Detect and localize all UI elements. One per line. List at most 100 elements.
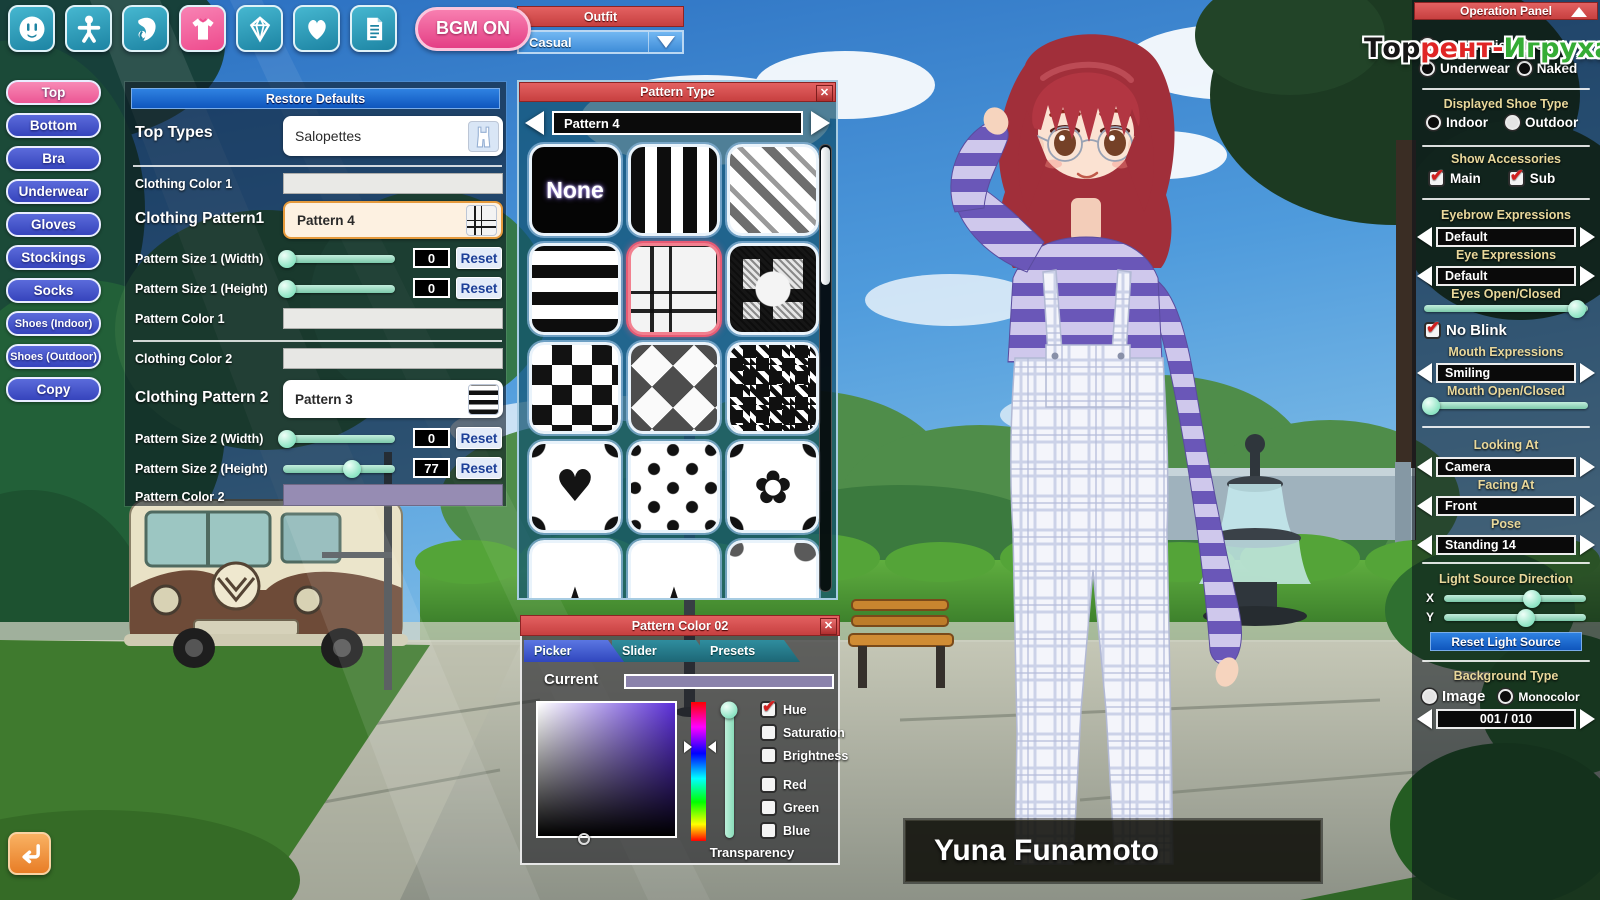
prev-arrow[interactable]: [1417, 495, 1432, 516]
favorites-tab-button[interactable]: [293, 5, 340, 52]
accessories-tab-button[interactable]: [236, 5, 283, 52]
prev-pattern-arrow[interactable]: [525, 111, 544, 135]
mouth-open-slider[interactable]: [1421, 396, 1588, 415]
eye-value[interactable]: Default: [1436, 265, 1576, 286]
sidebar-item-top[interactable]: Top: [6, 80, 101, 105]
sidebar-item-socks[interactable]: Socks: [6, 278, 101, 303]
prev-arrow[interactable]: [1417, 265, 1432, 286]
channel-hue[interactable]: Hue: [760, 697, 807, 718]
light-x-slider[interactable]: [1444, 589, 1586, 608]
saturation-checkbox[interactable]: [760, 724, 777, 741]
pattern-size-2-height-reset[interactable]: Reset: [456, 457, 502, 479]
channel-blue[interactable]: Blue: [760, 822, 810, 839]
pattern-tile-vertical-stripes[interactable]: [626, 142, 722, 238]
slider-knob[interactable]: [1567, 299, 1586, 318]
hue-bar[interactable]: [691, 702, 706, 841]
slider-knob[interactable]: [1517, 608, 1536, 627]
pattern-tile-plaid-selected[interactable]: [626, 241, 722, 337]
light-y-slider[interactable]: [1444, 608, 1586, 627]
slider-knob[interactable]: [278, 250, 297, 268]
reset-light-source-button[interactable]: Reset Light Source: [1430, 632, 1582, 651]
blue-checkbox[interactable]: [760, 822, 777, 839]
no-blink-checkbox[interactable]: [1424, 318, 1441, 339]
clothing-color-1-swatch[interactable]: [283, 173, 503, 194]
sidebar-item-underwear[interactable]: Underwear: [6, 179, 101, 204]
pattern-size-1-width-reset[interactable]: Reset: [456, 247, 502, 269]
indoor-radio[interactable]: [1426, 115, 1441, 130]
prev-arrow[interactable]: [1417, 708, 1432, 729]
scrollbar-thumb[interactable]: [821, 147, 830, 285]
sidebar-item-bottom[interactable]: Bottom: [6, 113, 101, 138]
operation-panel-header[interactable]: Operation Panel: [1414, 2, 1598, 20]
monocolor-radio[interactable]: [1498, 689, 1514, 704]
looking-at-value[interactable]: Camera: [1436, 456, 1576, 477]
hue-checkbox[interactable]: [760, 697, 777, 718]
body-tab-button[interactable]: [65, 5, 112, 52]
pattern-size-1-height-reset[interactable]: Reset: [456, 277, 502, 299]
pattern-tile-flower[interactable]: ✿: [725, 439, 821, 535]
pattern-color-2-swatch[interactable]: [283, 484, 503, 506]
hair-tab-button[interactable]: [122, 5, 169, 52]
saturation-brightness-picker[interactable]: [536, 701, 677, 845]
channel-red[interactable]: Red: [760, 776, 807, 793]
pattern-tile-star-2[interactable]: ★: [626, 538, 722, 598]
pattern-tile-berry[interactable]: [725, 538, 821, 598]
restore-defaults-button[interactable]: Restore Defaults: [131, 88, 500, 109]
channel-green[interactable]: Green: [760, 799, 819, 816]
clothing-color-2-swatch[interactable]: [283, 348, 503, 369]
pattern-tile-none[interactable]: None: [527, 142, 623, 238]
pose-value[interactable]: Standing 14: [1436, 534, 1576, 555]
picker-marker[interactable]: [578, 833, 590, 845]
pattern-tile-diagonal-stripes[interactable]: [725, 142, 821, 238]
slider-knob[interactable]: [1523, 589, 1542, 608]
sidebar-item-gloves[interactable]: Gloves: [6, 212, 101, 237]
pattern-tile-heart[interactable]: ♥: [527, 439, 623, 535]
sub-accessories-checkbox[interactable]: [1507, 166, 1525, 187]
prev-arrow[interactable]: [1417, 226, 1432, 247]
sidebar-item-bra[interactable]: Bra: [6, 146, 101, 171]
transparency-slider[interactable]: [725, 705, 734, 838]
clothing-pattern-2-dropdown[interactable]: Pattern 3: [283, 380, 503, 418]
red-checkbox[interactable]: [760, 776, 777, 793]
pattern-size-2-width-slider[interactable]: [278, 430, 395, 448]
transparency-knob[interactable]: [720, 701, 738, 719]
slider-knob[interactable]: [343, 460, 362, 478]
tab-presets[interactable]: Presets: [700, 640, 800, 662]
tab-picker[interactable]: Picker: [524, 640, 624, 662]
close-icon[interactable]: ✕: [820, 617, 837, 635]
prev-arrow[interactable]: [1417, 534, 1432, 555]
next-arrow[interactable]: [1580, 534, 1595, 555]
pattern-tile-tartan[interactable]: [725, 241, 821, 337]
green-checkbox[interactable]: [760, 799, 777, 816]
next-arrow[interactable]: [1580, 495, 1595, 516]
pattern-tile-houndstooth[interactable]: [725, 340, 821, 436]
eyes-open-slider[interactable]: [1424, 299, 1588, 318]
notes-tab-button[interactable]: [350, 5, 397, 52]
facing-at-value[interactable]: Front: [1436, 495, 1576, 516]
close-icon[interactable]: ✕: [816, 84, 833, 102]
top-types-dropdown[interactable]: Salopettes: [283, 116, 503, 156]
pattern-tile-polka-dots[interactable]: [626, 439, 722, 535]
pattern-tile-star[interactable]: ★: [527, 538, 623, 598]
sidebar-item-shoes-indoor[interactable]: Shoes (Indoor): [6, 311, 101, 336]
pattern-tile-checkerboard[interactable]: [527, 340, 623, 436]
pattern-size-2-height-slider[interactable]: [283, 460, 395, 478]
sidebar-item-stockings[interactable]: Stockings: [6, 245, 101, 270]
outdoor-radio[interactable]: [1505, 115, 1520, 130]
channel-saturation[interactable]: Saturation: [760, 724, 845, 741]
sidebar-item-copy[interactable]: Copy: [6, 377, 101, 402]
clothing-pattern-1-dropdown[interactable]: Pattern 4: [283, 201, 503, 239]
next-arrow[interactable]: [1580, 362, 1595, 383]
next-arrow[interactable]: [1580, 708, 1595, 729]
main-accessories-checkbox[interactable]: [1428, 166, 1445, 187]
next-arrow[interactable]: [1580, 226, 1595, 247]
slider-knob[interactable]: [278, 280, 297, 298]
pattern-size-1-width-slider[interactable]: [278, 250, 395, 268]
sidebar-item-shoes-outdoor[interactable]: Shoes (Outdoor): [6, 344, 101, 369]
channel-brightness[interactable]: Brightness: [760, 747, 848, 764]
next-arrow[interactable]: [1580, 456, 1595, 477]
eyebrow-value[interactable]: Default: [1436, 226, 1576, 247]
brightness-checkbox[interactable]: [760, 747, 777, 764]
outfit-dropdown[interactable]: Casual: [517, 30, 684, 54]
pattern-tile-diamonds[interactable]: [626, 340, 722, 436]
